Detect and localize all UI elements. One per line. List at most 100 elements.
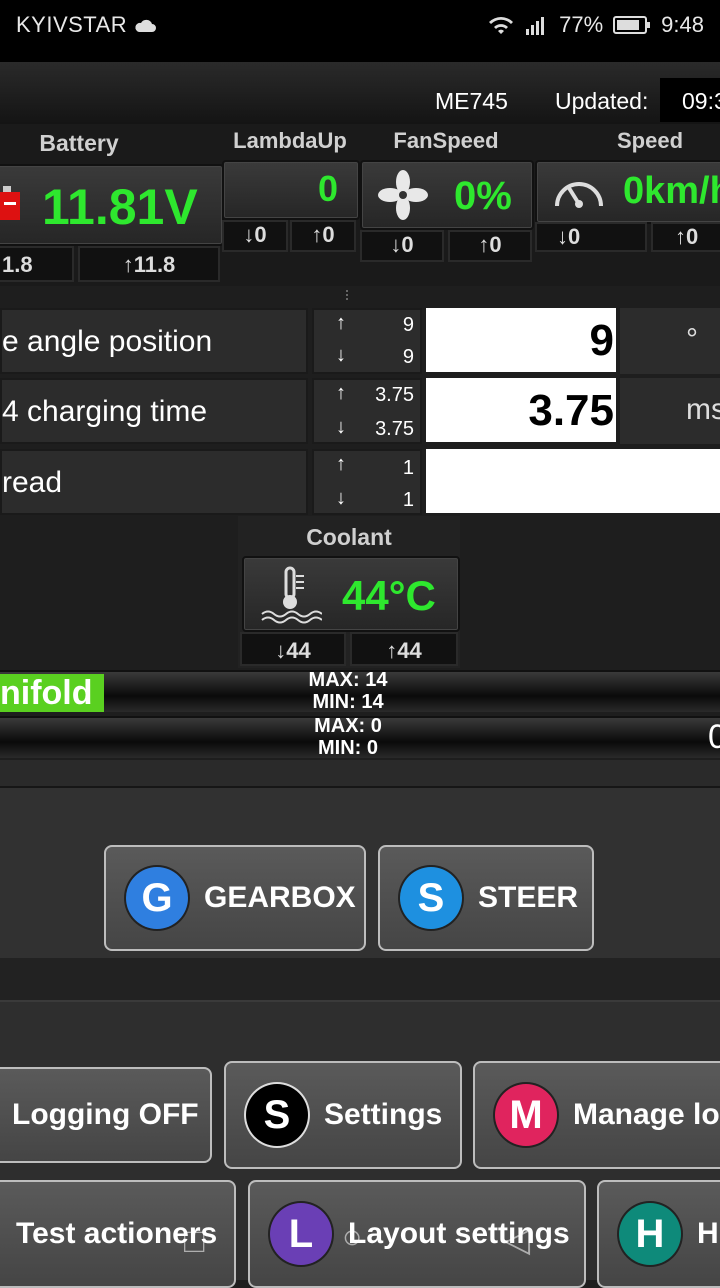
help-button[interactable]: H H	[597, 1180, 720, 1288]
home-icon[interactable]: ○	[342, 1218, 363, 1257]
coolant-value: 44°C	[342, 572, 436, 619]
speed-min-value: 0	[568, 224, 581, 249]
status-icons: 77% 9:48	[487, 12, 704, 38]
param-value: 9	[426, 308, 616, 372]
lambda-value: 0	[317, 168, 338, 209]
logging-label: Logging OFF	[12, 1098, 199, 1131]
speed-gauge[interactable]: 0km/h	[535, 160, 720, 224]
fan-gauge[interactable]: 0%	[360, 160, 534, 230]
param-min: 1	[402, 489, 414, 511]
battery-min-value: 1.8	[2, 252, 33, 277]
param-minmax: ↑ 1 ↓ 1	[312, 449, 422, 515]
param-minmax: ↑ 9 ↓ 9	[312, 308, 422, 374]
battery-icon	[0, 186, 20, 220]
bar-min: MIN: 14	[312, 691, 384, 713]
steer-label: STEER	[478, 881, 579, 914]
battery-percent: 77%	[559, 12, 604, 37]
gearbox-icon: G	[126, 867, 188, 929]
coolant-min-value: 44	[286, 638, 311, 663]
status-bar: KYIVSTAR 77% 9:48	[0, 0, 720, 62]
carrier-name: KYIVSTAR	[16, 12, 128, 37]
settings-label: Settings	[324, 1098, 443, 1131]
updated-time: 09:3	[660, 78, 720, 122]
fan-min-value: 0	[401, 232, 414, 257]
progress-bar[interactable]: nifold MAX: 14 MIN: 14	[0, 669, 720, 713]
up-arrow-icon: ↑	[336, 312, 346, 334]
down-arrow-icon: ↓	[336, 344, 346, 366]
param-value: 3.75	[426, 378, 616, 442]
manage-label: Manage lo	[573, 1098, 720, 1131]
steer-button[interactable]: S STEER	[378, 845, 594, 951]
battery-max: ↑11.8	[78, 246, 220, 282]
speed-value: 0km/h	[623, 170, 720, 212]
progress-bar[interactable]: MAX: 0 MIN: 0 0	[0, 715, 720, 759]
down-arrow-icon: ↓	[336, 487, 346, 509]
battery-title: Battery	[39, 130, 119, 156]
coolant-gauge[interactable]: Coolant 44°C ↓44 ↑44	[238, 516, 460, 668]
carrier-label: KYIVSTAR	[16, 12, 156, 38]
recent-apps-icon[interactable]: □	[184, 1222, 205, 1261]
battery-value: 11.81V	[42, 179, 198, 235]
updated-label: Updated:	[555, 88, 649, 114]
cloud-icon	[135, 20, 156, 33]
layout-settings-button[interactable]: L Layout settings	[248, 1180, 586, 1288]
coolant-min: ↓44	[240, 632, 346, 666]
fan-value: 0%	[454, 174, 512, 218]
param-max: 1	[402, 457, 414, 479]
steer-icon: S	[400, 867, 462, 929]
settings-icon: S	[246, 1084, 308, 1146]
header-bar: ME745 Updated: 09:3	[0, 62, 720, 124]
param-value	[426, 449, 720, 513]
param-name: 4 charging time	[0, 378, 308, 444]
fan-max: ↑0	[448, 230, 532, 262]
back-icon[interactable]: ◁	[504, 1220, 530, 1260]
settings-button[interactable]: S Settings	[224, 1061, 462, 1169]
lambda-min: ↓0	[222, 220, 288, 252]
fan-icon	[378, 170, 428, 220]
param-minmax: ↑ 3.75 ↓ 3.75	[312, 378, 422, 444]
param-min: 3.75	[375, 418, 414, 440]
bar-value: 0	[708, 718, 720, 756]
battery-gauge[interactable]: 11.81V	[0, 164, 224, 246]
gearbox-button[interactable]: G GEARBOX	[104, 845, 366, 951]
param-row[interactable]: 4 charging time ↑ 3.75 ↓ 3.75 3.75 ms	[0, 378, 720, 446]
speed-max: ↑0	[651, 222, 720, 252]
drag-handle[interactable]	[346, 290, 354, 300]
param-max: 3.75	[375, 384, 414, 406]
param-row[interactable]: read ↑ 1 ↓ 1	[0, 449, 720, 517]
logging-button[interactable]: Logging OFF	[0, 1067, 212, 1163]
wifi-icon	[489, 17, 514, 34]
help-icon: H	[619, 1203, 681, 1265]
param-max: 9	[402, 314, 414, 336]
divider	[0, 958, 720, 1002]
vehicle-id: ME745	[435, 88, 508, 114]
coolant-max: ↑44	[350, 632, 458, 666]
coolant-max-value: 44	[397, 638, 422, 663]
gearbox-label: GEARBOX	[204, 881, 356, 914]
battery-icon	[613, 16, 651, 34]
speedometer-icon	[555, 182, 603, 208]
down-arrow-icon: ↓	[243, 222, 255, 247]
up-arrow-icon: ↑	[311, 222, 323, 247]
param-unit: ms	[620, 378, 720, 444]
up-arrow-icon: ↑	[478, 232, 490, 257]
param-unit: °	[620, 308, 720, 374]
lambda-min-value: 0	[254, 222, 267, 247]
manage-button[interactable]: M Manage lo	[473, 1061, 720, 1169]
speed-min: ↓0	[535, 222, 647, 252]
down-arrow-icon: ↓	[275, 638, 287, 663]
bar-max: MAX: 14	[308, 669, 388, 691]
gauges-strip: Battery 11.81V 1.8 ↑11.8 LambdaUp 0 ↓0 ↑…	[0, 124, 720, 286]
param-name: e angle position	[0, 308, 308, 374]
param-min: 9	[402, 346, 414, 368]
layout-settings-label: Layout settings	[348, 1217, 570, 1250]
bar-max: MAX: 0	[314, 715, 382, 737]
lambda-max-value: 0	[322, 222, 335, 247]
up-arrow-icon: ↑	[336, 453, 346, 475]
param-row[interactable]: e angle position ↑ 9 ↓ 9 9 °	[0, 308, 720, 376]
lambda-gauge[interactable]: 0	[222, 160, 360, 220]
manage-icon: M	[495, 1084, 557, 1146]
battery-max-value: 11.8	[133, 252, 176, 277]
up-arrow-icon: ↑	[336, 382, 346, 404]
speed-title: Speed	[616, 128, 684, 153]
